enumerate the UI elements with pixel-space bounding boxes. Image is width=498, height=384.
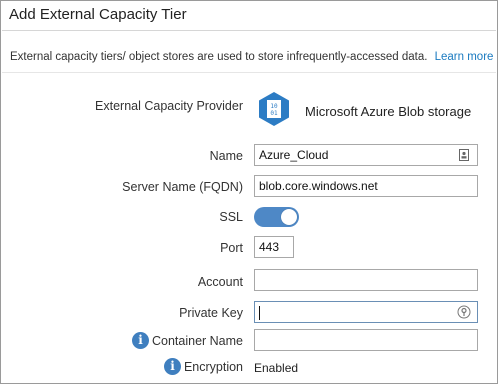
contact-card-icon[interactable] — [457, 148, 471, 162]
learn-more-link[interactable]: Learn more — [435, 51, 494, 63]
title-divider — [2, 30, 496, 31]
server-name-label: Server Name (FQDN) — [122, 180, 243, 194]
server-name-input[interactable]: blob.core.windows.net — [254, 175, 478, 197]
ssl-toggle[interactable] — [254, 207, 299, 227]
private-key-input[interactable] — [254, 301, 478, 323]
svg-text:01: 01 — [270, 110, 278, 117]
container-name-input[interactable] — [254, 329, 478, 351]
port-value: 443 — [259, 240, 280, 254]
name-input[interactable]: Azure_Cloud — [254, 144, 478, 166]
port-label: Port — [220, 241, 243, 255]
provider-label: External Capacity Provider — [95, 99, 243, 113]
text-cursor — [259, 305, 260, 320]
account-input[interactable] — [254, 269, 478, 291]
description: External capacity tiers/ object stores a… — [10, 51, 493, 63]
encryption-value: Enabled — [254, 361, 299, 375]
ssl-toggle-knob — [281, 209, 297, 225]
description-text: External capacity tiers/ object stores a… — [10, 51, 428, 63]
server-name-value: blob.core.windows.net — [259, 179, 378, 193]
add-capacity-tier-dialog: Add External Capacity Tier External capa… — [0, 0, 498, 384]
reveal-key-icon[interactable] — [457, 305, 471, 319]
private-key-label: Private Key — [179, 306, 243, 320]
name-value: Azure_Cloud — [259, 148, 329, 162]
container-name-info-icon[interactable]: i — [132, 332, 149, 349]
encryption-label: Encryption — [183, 360, 243, 374]
encryption-info-icon[interactable]: i — [164, 358, 181, 375]
provider-name: Microsoft Azure Blob storage — [305, 104, 472, 119]
svg-text:10: 10 — [270, 103, 278, 110]
azure-blob-storage-icon: 10 01 — [259, 92, 289, 126]
account-label: Account — [197, 275, 243, 289]
name-label: Name — [209, 149, 243, 163]
port-input[interactable]: 443 — [254, 236, 294, 258]
ssl-label: SSL — [219, 210, 243, 224]
container-name-label: Container Name — [151, 334, 243, 348]
description-divider — [2, 72, 496, 73]
dialog-title: Add External Capacity Tier — [9, 6, 187, 23]
